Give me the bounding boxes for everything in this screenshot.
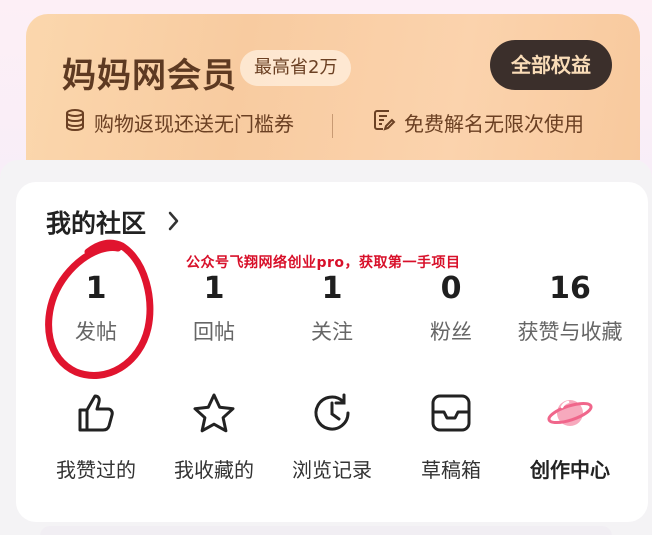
- history-clock-icon: [272, 390, 392, 436]
- all-benefits-button[interactable]: 全部权益: [490, 40, 612, 90]
- watermark-overlay-text: 公众号飞翔网络创业pro，获取第一手项目: [186, 255, 461, 271]
- red-circle-annotation: [36, 236, 162, 384]
- stat-following[interactable]: 1 关注: [272, 270, 392, 346]
- tool-liked[interactable]: 我赞过的: [36, 390, 156, 483]
- tool-drafts[interactable]: 草稿箱: [391, 390, 511, 483]
- vip-perk-naming[interactable]: 免费解名无限次使用: [372, 108, 584, 137]
- divider: [332, 114, 333, 138]
- tool-favorites[interactable]: 我收藏的: [154, 390, 274, 483]
- edit-note-icon: [372, 108, 404, 137]
- stat-value: 1: [321, 271, 343, 306]
- stat-replies[interactable]: 1 回帖: [154, 270, 274, 346]
- coins-icon: [64, 108, 94, 137]
- tool-label: 我收藏的: [174, 458, 254, 482]
- tool-label: 我赞过的: [56, 458, 136, 482]
- tool-creator-center[interactable]: 创作中心: [510, 390, 630, 483]
- tool-label: 草稿箱: [421, 458, 481, 482]
- inbox-icon: [391, 390, 511, 436]
- tool-label: 创作中心: [530, 458, 610, 482]
- stat-value: 1: [203, 271, 225, 306]
- thumbs-up-icon: [36, 390, 156, 436]
- stat-label: 获赞与收藏: [517, 320, 623, 344]
- tool-label: 浏览记录: [292, 458, 372, 482]
- stat-likes-favorites[interactable]: 16 获赞与收藏: [500, 270, 640, 346]
- stat-label: 回帖: [193, 320, 235, 344]
- vip-banner[interactable]: 妈妈网会员 最高省2万 全部权益 购物返现还送无门槛券 免费解名无限次使用: [26, 14, 640, 160]
- community-title[interactable]: 我的社区: [46, 204, 146, 240]
- chevron-right-icon[interactable]: [166, 210, 180, 236]
- stat-label: 关注: [311, 320, 353, 344]
- tool-history[interactable]: 浏览记录: [272, 390, 392, 483]
- stat-value: 0: [440, 271, 462, 306]
- planet-icon: [510, 390, 630, 436]
- vip-perk-label: 免费解名无限次使用: [404, 112, 584, 136]
- stat-followers[interactable]: 0 粉丝: [391, 270, 511, 346]
- star-icon: [154, 390, 274, 436]
- vip-title: 妈妈网会员: [62, 56, 237, 96]
- vip-perk-cashback[interactable]: 购物返现还送无门槛券: [64, 108, 294, 137]
- next-card-peek: [40, 526, 612, 535]
- stat-label: 粉丝: [430, 320, 472, 344]
- vip-perk-label: 购物返现还送无门槛券: [94, 112, 294, 136]
- stat-value: 16: [549, 271, 591, 306]
- vip-savings-badge: 最高省2万: [240, 50, 352, 86]
